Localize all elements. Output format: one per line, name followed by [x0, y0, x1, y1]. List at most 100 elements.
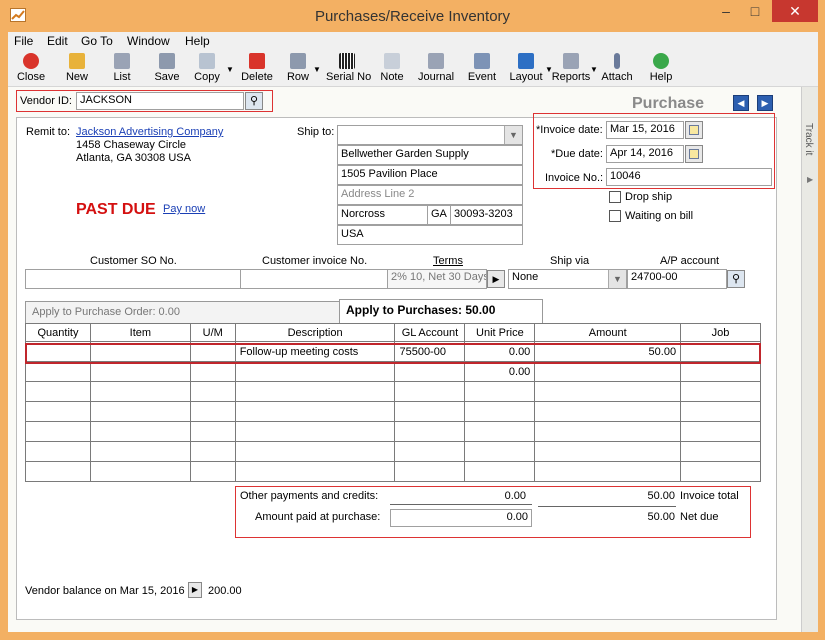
- grid-cell[interactable]: [25, 381, 91, 402]
- grid-cell[interactable]: [464, 401, 536, 422]
- ship-to-select[interactable]: [337, 125, 523, 145]
- ship-address2-field[interactable]: Address Line 2: [337, 185, 523, 205]
- grid-cell[interactable]: [534, 421, 682, 442]
- waiting-on-bill-checkbox[interactable]: [609, 210, 621, 222]
- grid-cell[interactable]: [189, 461, 236, 482]
- grid-cell[interactable]: [464, 441, 536, 462]
- grid-cell[interactable]: [534, 361, 682, 382]
- grid-cell[interactable]: [394, 361, 466, 382]
- grid-cell[interactable]: [25, 461, 91, 482]
- ship-city-field[interactable]: Norcross: [337, 205, 428, 225]
- grid-cell[interactable]: [89, 441, 191, 462]
- row-dropdown-icon[interactable]: ▼: [313, 65, 321, 74]
- table-row[interactable]: [25, 381, 761, 402]
- grid-cell[interactable]: [394, 401, 466, 422]
- journal-button[interactable]: Journal: [416, 53, 456, 83]
- grid-cell[interactable]: [89, 421, 191, 442]
- menu-window[interactable]: Window: [127, 34, 170, 48]
- menu-file[interactable]: File: [14, 34, 33, 48]
- ship-zip-field[interactable]: 30093-3203: [450, 205, 523, 225]
- row-button[interactable]: Row: [278, 53, 318, 83]
- grid-cell[interactable]: [534, 381, 682, 402]
- grid-cell[interactable]: [234, 461, 396, 482]
- due-date-calendar-button[interactable]: [685, 145, 703, 163]
- grid-cell[interactable]: [25, 361, 91, 382]
- vendor-balance-button[interactable]: ▶: [188, 582, 202, 598]
- grid-cell[interactable]: [25, 441, 91, 462]
- list-button[interactable]: List: [102, 53, 142, 83]
- next-button[interactable]: ▶: [757, 95, 773, 111]
- grid-cell[interactable]: [189, 441, 236, 462]
- maximize-button[interactable]: □: [741, 0, 769, 22]
- save-button[interactable]: Save: [147, 53, 187, 83]
- grid-cell[interactable]: [89, 361, 191, 382]
- grid-cell[interactable]: [534, 441, 682, 462]
- grid-cell[interactable]: [234, 381, 396, 402]
- grid-cell[interactable]: [680, 401, 761, 422]
- previous-button[interactable]: ◀: [733, 95, 749, 111]
- grid-cell[interactable]: [89, 461, 191, 482]
- vendor-id-input[interactable]: JACKSON: [76, 92, 244, 110]
- due-date-input[interactable]: Apr 14, 2016: [606, 145, 684, 163]
- grid-cell[interactable]: [234, 421, 396, 442]
- grid-cell[interactable]: [89, 381, 191, 402]
- pay-now-link[interactable]: Pay now: [163, 203, 205, 215]
- grid-cell[interactable]: [25, 401, 91, 422]
- event-button[interactable]: Event: [462, 53, 502, 83]
- customer-so-input[interactable]: [25, 269, 241, 289]
- grid-cell[interactable]: [234, 401, 396, 422]
- grid-cell[interactable]: [680, 421, 761, 442]
- ship-country-field[interactable]: USA: [337, 225, 523, 245]
- menu-edit[interactable]: Edit: [47, 34, 68, 48]
- menu-help[interactable]: Help: [185, 34, 210, 48]
- table-row[interactable]: 0.00: [25, 361, 761, 382]
- customer-invoice-input[interactable]: [240, 269, 388, 289]
- new-button[interactable]: New: [57, 53, 97, 83]
- reports-button[interactable]: Reports: [551, 53, 591, 83]
- ap-account-input[interactable]: 24700-00: [627, 269, 727, 289]
- tab-apply-to-purchases[interactable]: Apply to Purchases: 50.00: [339, 299, 543, 324]
- invoice-date-calendar-button[interactable]: [685, 121, 703, 139]
- grid-cell[interactable]: [394, 461, 466, 482]
- grid-cell[interactable]: [464, 461, 536, 482]
- grid-cell[interactable]: [680, 361, 761, 382]
- grid-cell[interactable]: [394, 441, 466, 462]
- grid-cell[interactable]: [189, 421, 236, 442]
- window-close-button[interactable]: ✕: [772, 0, 818, 22]
- note-button[interactable]: Note: [372, 53, 412, 83]
- grid-cell[interactable]: [680, 381, 761, 402]
- attach-button[interactable]: Attach: [597, 53, 637, 83]
- ship-state-field[interactable]: GA: [427, 205, 451, 225]
- menu-goto[interactable]: Go To: [81, 34, 113, 48]
- remit-vendor-link[interactable]: Jackson Advertising Company: [76, 126, 223, 138]
- invoice-date-input[interactable]: Mar 15, 2016: [606, 121, 684, 139]
- grid-cell[interactable]: [89, 401, 191, 422]
- drop-ship-checkbox[interactable]: [609, 191, 621, 203]
- terms-button[interactable]: ▶: [487, 270, 505, 288]
- ap-account-lookup-button[interactable]: ⚲: [727, 270, 745, 288]
- delete-button[interactable]: Delete: [237, 53, 277, 83]
- vendor-lookup-button[interactable]: ⚲: [245, 92, 263, 110]
- ship-via-dropdown-button[interactable]: ▼: [608, 270, 626, 288]
- close-button[interactable]: Close: [11, 53, 51, 83]
- grid-cell[interactable]: [189, 361, 236, 382]
- table-row[interactable]: [25, 441, 761, 462]
- grid-cell[interactable]: [464, 421, 536, 442]
- grid-cell[interactable]: [680, 461, 761, 482]
- copy-dropdown-icon[interactable]: ▼: [226, 65, 234, 74]
- grid-cell[interactable]: [394, 381, 466, 402]
- tab-apply-to-purchase-order[interactable]: Apply to Purchase Order: 0.00: [25, 301, 340, 323]
- help-button[interactable]: Help: [641, 53, 681, 83]
- grid-cell[interactable]: [680, 441, 761, 462]
- grid-cell[interactable]: [534, 461, 682, 482]
- table-row[interactable]: [25, 401, 761, 422]
- grid-cell[interactable]: [234, 441, 396, 462]
- ship-to-dropdown-button[interactable]: ▼: [504, 126, 522, 144]
- grid-cell[interactable]: 0.00: [464, 361, 536, 382]
- copy-button[interactable]: Copy: [187, 53, 227, 83]
- grid-cell[interactable]: [189, 401, 236, 422]
- ship-name-field[interactable]: Bellwether Garden Supply: [337, 145, 523, 165]
- minimize-button[interactable]: –: [712, 0, 740, 22]
- grid-cell[interactable]: [394, 421, 466, 442]
- serial-no-button[interactable]: Serial No: [326, 53, 371, 83]
